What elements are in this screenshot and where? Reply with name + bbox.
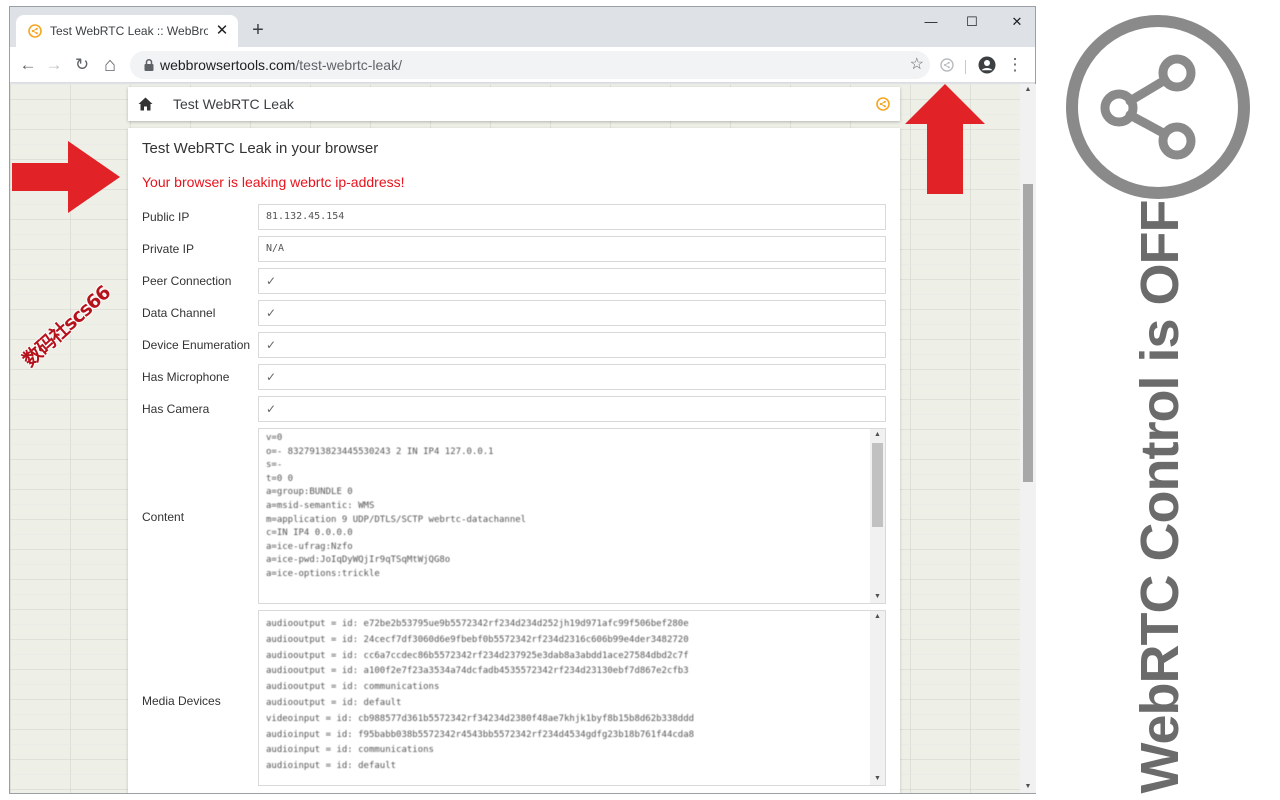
device-line: audiooutput = id: e72be2b53795ue9b557234… (266, 619, 689, 629)
peer-connection-field[interactable]: ✓ (258, 268, 886, 294)
account-icon (978, 56, 996, 74)
media-scrollbar[interactable]: ▲ ▼ (870, 611, 885, 785)
webrtc-extension-icon[interactable] (935, 53, 959, 77)
share-icon[interactable] (876, 97, 890, 111)
device-line: audioinput = id: default (266, 761, 397, 772)
content-textarea[interactable]: v=0 o=- 8327913823445530243 2 IN IP4 127… (258, 428, 886, 604)
row-label: Data Channel (142, 306, 216, 320)
media-devices-label: Media Devices (142, 694, 221, 708)
page-viewport: Test WebRTC Leak Test WebRTC Leak in you… (10, 84, 1020, 793)
red-arrow-right (12, 141, 120, 213)
has-microphone-field[interactable]: ✓ (258, 364, 886, 390)
scroll-up-icon[interactable]: ▲ (1020, 84, 1036, 96)
sdp-line: o=- 8327913823445530243 2 IN IP4 127.0.0… (266, 446, 494, 457)
site-header: Test WebRTC Leak (128, 87, 900, 121)
device-line: audiooutput = id: 24cecf7df3060d6e9fbebf… (266, 634, 689, 645)
device-line: videoinput = id: cb988577d361b5572342rf3… (266, 713, 695, 724)
sdp-line: v=0 (266, 433, 283, 443)
device-line: audioinput = id: communications (266, 745, 434, 756)
device-line: audioinput = id: f95babb038b5572342r4543… (266, 729, 695, 740)
sdp-line: a=group:BUNDLE 0 (266, 487, 353, 498)
data-channel-field[interactable]: ✓ (258, 300, 886, 326)
url-text: webbrowsertools.com/test-webrtc-leak/ (160, 51, 402, 79)
card-title: Test WebRTC Leak in your browser (142, 140, 379, 157)
device-line: audiooutput = id: a100f2e7f23a3534a74dcf… (266, 666, 689, 677)
sdp-line: a=ice-options:trickle (266, 568, 380, 579)
row-label: Public IP (142, 210, 190, 224)
maximize-button[interactable]: ☐ (950, 10, 994, 34)
new-tab-button[interactable]: + (246, 19, 270, 43)
sdp-line: a=ice-ufrag:Nzfo (266, 541, 353, 552)
public-ip-field[interactable]: 81.132.45.154 (258, 204, 886, 230)
scroll-thumb[interactable] (872, 443, 883, 527)
home-button[interactable]: ⌂ (98, 53, 122, 77)
reload-button[interactable]: ↻ (70, 53, 94, 77)
content-scrollbar[interactable]: ▲ ▼ (870, 429, 885, 603)
scroll-up-icon[interactable]: ▲ (870, 429, 885, 441)
sdp-line: c=IN IP4 0.0.0.0 (266, 528, 353, 539)
device-line: audiooutput = id: default (266, 697, 402, 708)
scroll-down-icon[interactable]: ▼ (870, 773, 885, 785)
page-scrollbar[interactable]: ▲ ▼ (1020, 84, 1036, 793)
browser-toolbar: ← → ↻ ⌂ webbrowsertools.com/test-webrtc-… (10, 47, 1035, 83)
sdp-line: t=0 0 (266, 473, 294, 484)
red-arrow-up (905, 84, 985, 194)
webrtc-status-caption: WebRTC Control is OFF (1130, 200, 1190, 794)
scroll-down-icon[interactable]: ▼ (1020, 781, 1036, 793)
header-title: Test WebRTC Leak (173, 96, 294, 112)
tab-strip: Test WebRTC Leak :: WebBrowser ✕ + — ☐ ✕ (10, 7, 1035, 47)
row-label: Peer Connection (142, 274, 232, 288)
scroll-up-icon[interactable]: ▲ (870, 611, 885, 623)
media-lines: audiooutput = id: e72be2b53795ue9b557234… (266, 617, 865, 775)
row-label: Private IP (142, 242, 195, 256)
toolbar-separator (965, 60, 966, 74)
home-icon[interactable] (138, 97, 153, 111)
minimize-button[interactable]: — (909, 10, 953, 34)
menu-button[interactable]: ⋮ (1003, 53, 1027, 77)
device-line: audiooutput = id: cc6a7ccdec86b5572342rf… (266, 650, 689, 661)
url-host: webbrowsertools.com (160, 57, 296, 73)
browser-window: Test WebRTC Leak :: WebBrowser ✕ + — ☐ ✕… (9, 6, 1036, 794)
page-scroll-thumb[interactable] (1023, 184, 1033, 482)
test-card: Test WebRTC Leak in your browser Your br… (128, 128, 900, 793)
forward-button[interactable]: → (42, 53, 66, 77)
close-window-button[interactable]: ✕ (995, 10, 1039, 34)
tab-close-icon[interactable]: ✕ (214, 23, 230, 39)
device-line: audiooutput = id: communications (266, 682, 440, 693)
content-lines: v=0 o=- 8327913823445530243 2 IN IP4 127… (266, 432, 865, 582)
bookmark-star-icon[interactable]: ☆ (910, 51, 924, 79)
sdp-line: a=msid-semantic: WMS (266, 500, 375, 511)
lock-icon (144, 58, 154, 71)
tab-title: Test WebRTC Leak :: WebBrowser (50, 24, 208, 38)
browser-tab[interactable]: Test WebRTC Leak :: WebBrowser ✕ (16, 15, 238, 47)
address-bar[interactable]: webbrowsertools.com/test-webrtc-leak/ ☆ (130, 51, 930, 79)
media-devices-textarea[interactable]: audiooutput = id: e72be2b53795ue9b557234… (258, 610, 886, 786)
row-label: Has Camera (142, 402, 210, 416)
private-ip-field[interactable]: N/A (258, 236, 886, 262)
device-enumeration-field[interactable]: ✓ (258, 332, 886, 358)
share-logo-icon (1066, 15, 1250, 199)
sdp-line: s=- (266, 460, 283, 471)
has-camera-field[interactable]: ✓ (258, 396, 886, 422)
share-favicon-icon (28, 24, 42, 38)
row-label: Device Enumeration (142, 338, 251, 352)
row-label: Has Microphone (142, 370, 230, 384)
scroll-down-icon[interactable]: ▼ (870, 591, 885, 603)
back-button[interactable]: ← (16, 53, 40, 77)
profile-button[interactable] (975, 53, 999, 77)
share-gray-icon (940, 58, 954, 72)
url-path: /test-webrtc-leak/ (295, 57, 402, 73)
sdp-line: a=ice-pwd:JoIqDyWQjIr9qTSqMtWjQG8o (266, 555, 451, 566)
leak-warning: Your browser is leaking webrtc ip-addres… (142, 174, 405, 190)
content-label: Content (142, 510, 185, 524)
sdp-line: m=application 9 UDP/DTLS/SCTP webrtc-dat… (266, 514, 527, 525)
